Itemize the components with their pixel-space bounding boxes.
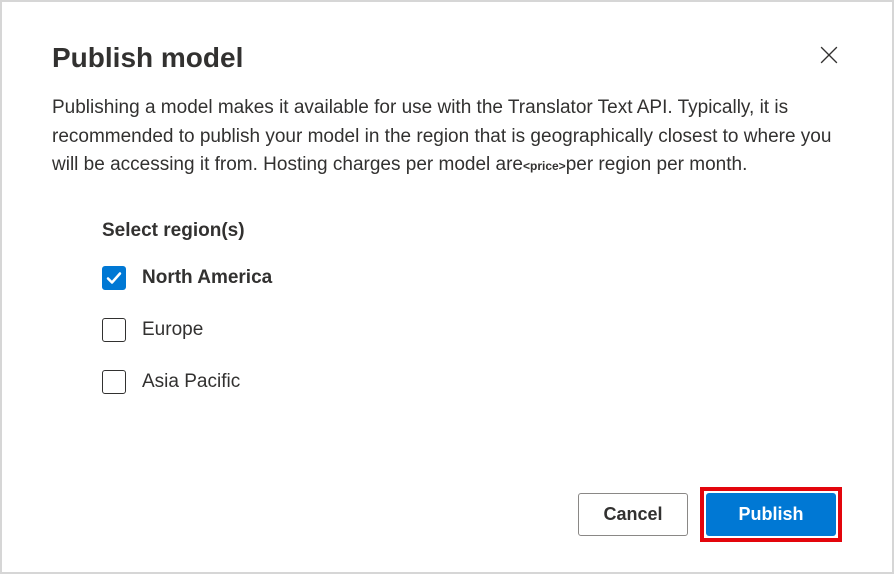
- close-button[interactable]: [816, 42, 842, 72]
- dialog-header: Publish model: [52, 42, 842, 74]
- close-icon: [820, 46, 838, 64]
- price-placeholder: <price>: [523, 159, 566, 173]
- checkbox-europe[interactable]: [102, 318, 126, 342]
- publish-button[interactable]: Publish: [706, 493, 836, 536]
- region-label-north-america: North America: [142, 267, 272, 289]
- regions-section: Select region(s) North America Europe As…: [102, 220, 842, 394]
- regions-label: Select region(s): [102, 220, 842, 242]
- region-option-north-america[interactable]: North America: [102, 266, 842, 290]
- checkmark-icon: [106, 270, 122, 286]
- checkbox-north-america[interactable]: [102, 266, 126, 290]
- region-label-asia-pacific: Asia Pacific: [142, 371, 240, 393]
- region-option-europe[interactable]: Europe: [102, 318, 842, 342]
- region-option-asia-pacific[interactable]: Asia Pacific: [102, 370, 842, 394]
- checkbox-asia-pacific[interactable]: [102, 370, 126, 394]
- description-text-2: per region per month.: [566, 154, 748, 175]
- publish-model-dialog: Publish model Publishing a model makes i…: [0, 0, 894, 574]
- dialog-description: Publishing a model makes it available fo…: [52, 94, 842, 180]
- publish-button-highlight: Publish: [700, 487, 842, 542]
- region-label-europe: Europe: [142, 319, 203, 341]
- dialog-title: Publish model: [52, 42, 243, 74]
- dialog-footer: Cancel Publish: [578, 487, 842, 542]
- cancel-button[interactable]: Cancel: [578, 493, 688, 536]
